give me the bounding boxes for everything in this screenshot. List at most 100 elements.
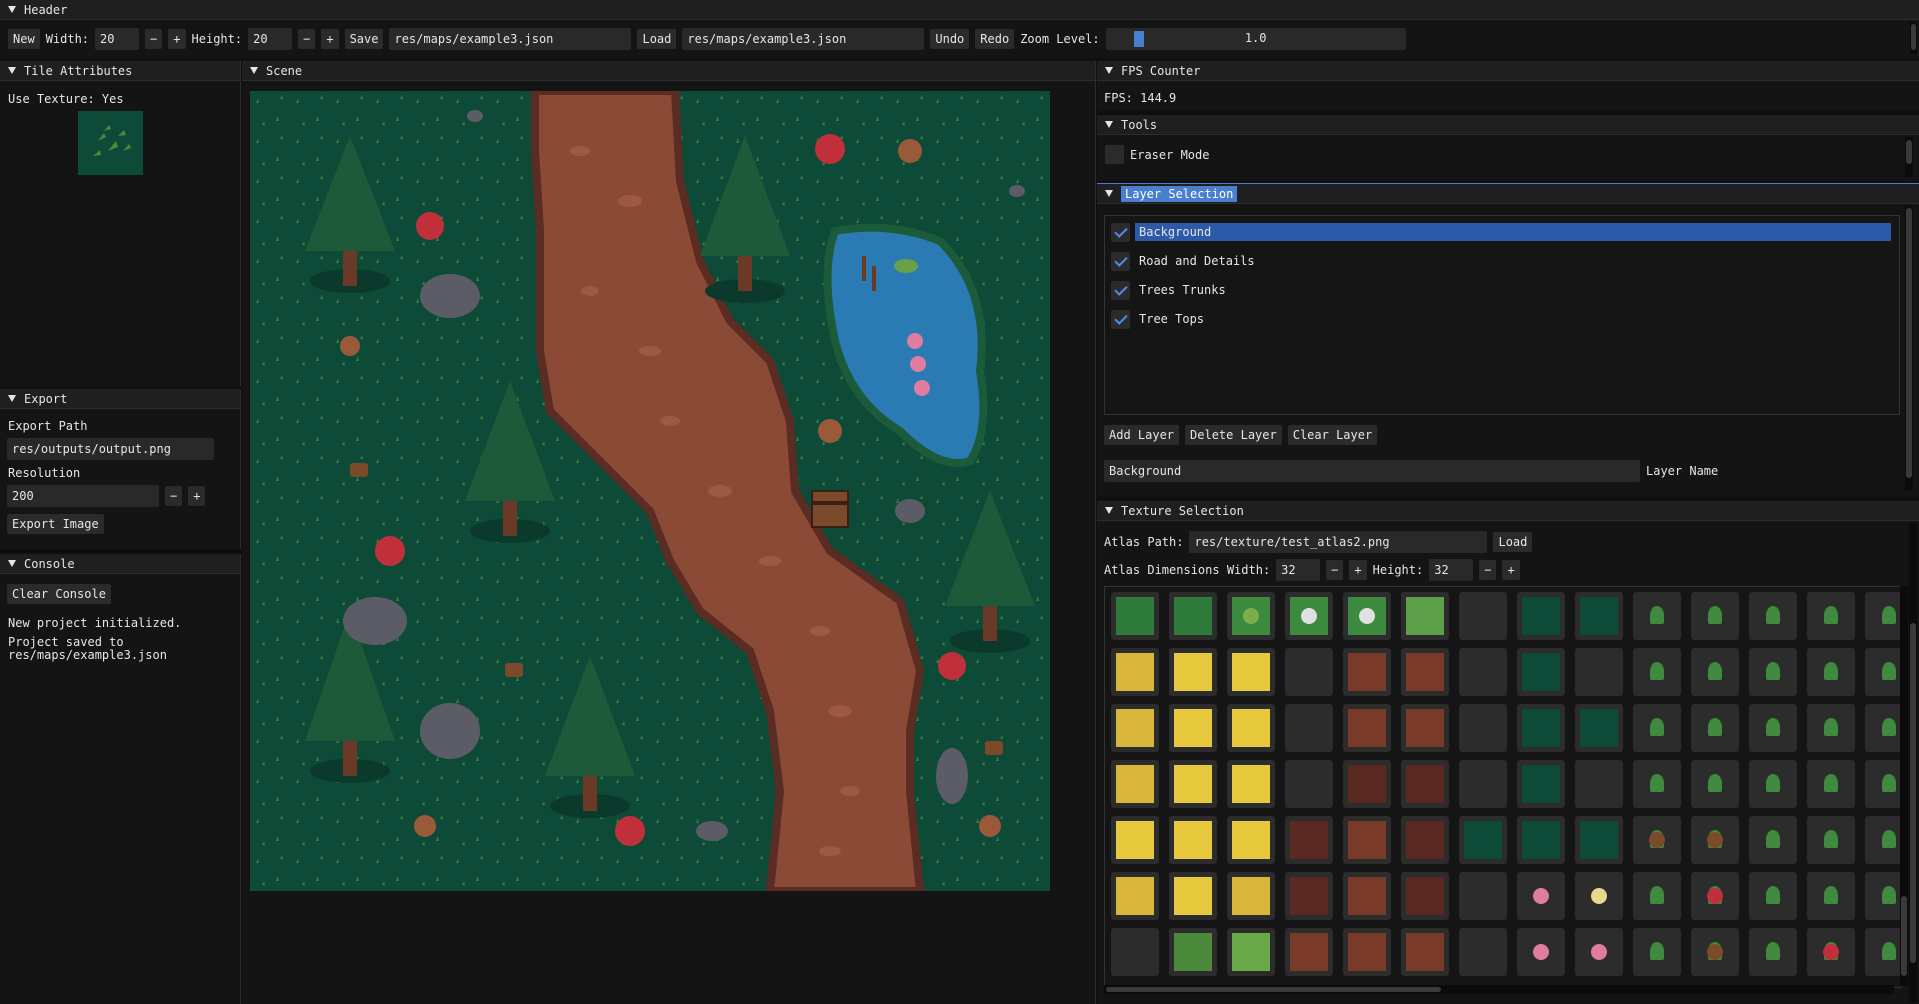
texture-tile[interactable]: [1749, 872, 1797, 920]
layer-item-background[interactable]: Background: [1111, 222, 1891, 242]
layer-visibility-checkbox[interactable]: [1111, 251, 1130, 271]
resolution-increment-button[interactable]: +: [188, 486, 206, 506]
texture-tile[interactable]: [1343, 704, 1391, 752]
collapse-triangle-icon[interactable]: [1105, 121, 1113, 128]
redo-button[interactable]: Redo: [975, 29, 1015, 49]
tools-scrollbar[interactable]: [1905, 137, 1913, 177]
texture-tile[interactable]: [1517, 872, 1565, 920]
fps-titlebar[interactable]: FPS Counter: [1097, 61, 1919, 81]
texture-tile[interactable]: [1459, 592, 1507, 640]
width-input[interactable]: 20: [95, 28, 140, 50]
delete-layer-button[interactable]: Delete Layer: [1185, 425, 1282, 445]
atlas-width-input[interactable]: 32: [1276, 559, 1321, 581]
atlas-height-input[interactable]: 32: [1429, 559, 1474, 581]
texture-tile[interactable]: [1633, 592, 1681, 640]
texture-tile[interactable]: [1807, 872, 1855, 920]
layer-item-trees-trunks[interactable]: Trees Trunks: [1111, 280, 1226, 300]
texture-panel-scrollbar[interactable]: [1909, 523, 1917, 1003]
texture-tile[interactable]: [1691, 648, 1739, 696]
texture-tile[interactable]: [1169, 760, 1217, 808]
texture-tile[interactable]: [1169, 648, 1217, 696]
texture-tile[interactable]: [1633, 704, 1681, 752]
texture-tile[interactable]: [1401, 592, 1449, 640]
texture-tile[interactable]: [1691, 592, 1739, 640]
texture-tile[interactable]: [1227, 928, 1275, 976]
texture-tile[interactable]: [1517, 704, 1565, 752]
texture-tile[interactable]: [1169, 872, 1217, 920]
texture-selection-titlebar[interactable]: Texture Selection: [1097, 501, 1919, 521]
texture-tile[interactable]: [1285, 704, 1333, 752]
map-canvas[interactable]: [250, 87, 1050, 895]
texture-tile[interactable]: [1111, 648, 1159, 696]
layer-panel-scrollbar[interactable]: [1905, 205, 1913, 491]
layer-item-road-and-details[interactable]: Road and Details: [1111, 251, 1255, 271]
texture-tile[interactable]: [1865, 760, 1901, 808]
texture-tile[interactable]: [1169, 928, 1217, 976]
load-button[interactable]: Load: [637, 29, 677, 49]
texture-tile[interactable]: [1517, 760, 1565, 808]
texture-tile[interactable]: [1865, 648, 1901, 696]
atlas-width-decrement-button[interactable]: −: [1326, 560, 1344, 580]
eraser-mode-checkbox[interactable]: [1105, 145, 1124, 164]
load-path-input[interactable]: res/maps/example3.json: [682, 28, 925, 50]
layer-visibility-checkbox[interactable]: [1111, 280, 1130, 300]
texture-tile[interactable]: [1111, 816, 1159, 864]
texture-tile[interactable]: [1691, 872, 1739, 920]
texture-tile[interactable]: [1227, 648, 1275, 696]
texture-tile[interactable]: [1169, 816, 1217, 864]
collapse-triangle-icon[interactable]: [8, 6, 16, 13]
texture-tile[interactable]: [1749, 704, 1797, 752]
texture-tile[interactable]: [1807, 760, 1855, 808]
texture-tile[interactable]: [1749, 928, 1797, 976]
texture-tile[interactable]: [1111, 928, 1159, 976]
texture-tile[interactable]: [1691, 704, 1739, 752]
height-decrement-button[interactable]: −: [298, 29, 316, 49]
texture-tile[interactable]: [1401, 648, 1449, 696]
texture-tile[interactable]: [1691, 760, 1739, 808]
tile-attributes-titlebar[interactable]: Tile Attributes: [0, 61, 240, 81]
texture-tile[interactable]: [1633, 928, 1681, 976]
export-path-input[interactable]: res/outputs/output.png: [7, 438, 214, 460]
collapse-triangle-icon[interactable]: [1105, 507, 1113, 514]
texture-tile[interactable]: [1285, 928, 1333, 976]
texture-tile[interactable]: [1575, 592, 1623, 640]
new-button[interactable]: New: [8, 29, 40, 49]
layer-visibility-checkbox[interactable]: [1111, 309, 1130, 329]
tools-titlebar[interactable]: Tools: [1097, 115, 1919, 135]
clear-layer-button[interactable]: Clear Layer: [1287, 425, 1378, 445]
undo-button[interactable]: Undo: [930, 29, 970, 49]
collapse-triangle-icon[interactable]: [1105, 190, 1113, 197]
texture-tile[interactable]: [1633, 816, 1681, 864]
texture-tile[interactable]: [1865, 872, 1901, 920]
zoom-slider[interactable]: 1.0: [1105, 28, 1406, 50]
height-input[interactable]: 20: [248, 28, 293, 50]
atlas-height-increment-button[interactable]: +: [1502, 560, 1520, 580]
header-scrollbar[interactable]: [1910, 22, 1917, 54]
texture-tile[interactable]: [1459, 648, 1507, 696]
width-decrement-button[interactable]: −: [145, 29, 163, 49]
texture-tile[interactable]: [1517, 648, 1565, 696]
save-path-input[interactable]: res/maps/example3.json: [389, 28, 632, 50]
width-increment-button[interactable]: +: [168, 29, 186, 49]
console-titlebar[interactable]: Console: [0, 554, 240, 574]
atlas-width-increment-button[interactable]: +: [1349, 560, 1367, 580]
texture-tile[interactable]: [1343, 816, 1391, 864]
atlas-path-input[interactable]: res/texture/test_atlas2.png: [1189, 531, 1488, 553]
texture-tile[interactable]: [1111, 592, 1159, 640]
texture-tile[interactable]: [1633, 872, 1681, 920]
texture-tile[interactable]: [1227, 760, 1275, 808]
add-layer-button[interactable]: Add Layer: [1104, 425, 1180, 445]
texture-tile[interactable]: [1865, 704, 1901, 752]
texture-tile[interactable]: [1691, 816, 1739, 864]
texture-tile[interactable]: [1807, 816, 1855, 864]
texture-tile[interactable]: [1807, 704, 1855, 752]
texture-tile[interactable]: [1691, 928, 1739, 976]
texture-grid[interactable]: [1104, 586, 1902, 988]
texture-tile[interactable]: [1575, 872, 1623, 920]
resolution-input[interactable]: 200: [7, 485, 159, 507]
texture-tile[interactable]: [1227, 816, 1275, 864]
height-increment-button[interactable]: +: [321, 29, 339, 49]
texture-tile[interactable]: [1401, 872, 1449, 920]
texture-tile[interactable]: [1227, 872, 1275, 920]
collapse-triangle-icon[interactable]: [8, 67, 16, 74]
